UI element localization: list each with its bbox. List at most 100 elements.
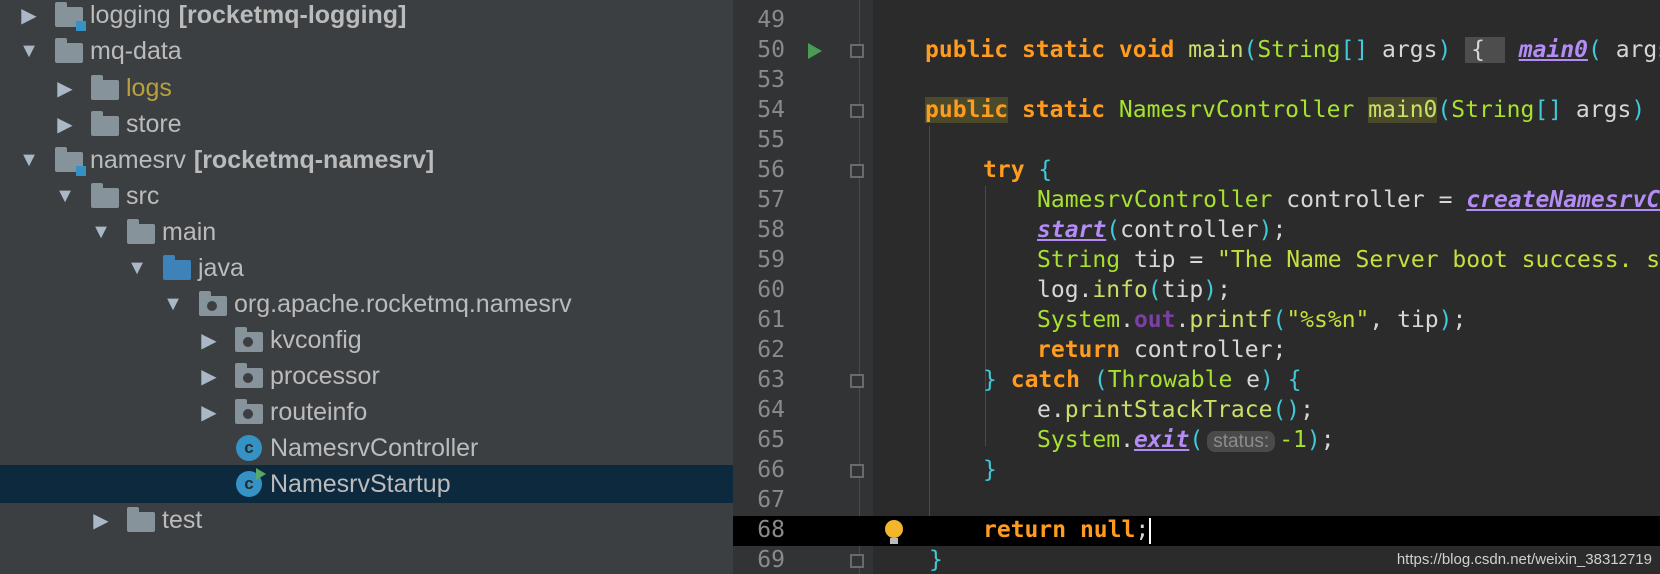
- collapse-arrow-icon[interactable]: ▼: [126, 257, 148, 279]
- tree-label: NamesrvStartup: [270, 469, 451, 498]
- code-line[interactable]: 62 return controller;: [733, 336, 1660, 366]
- code-text[interactable]: return controller;: [1037, 337, 1286, 363]
- code-line[interactable]: 56 try {: [733, 156, 1660, 186]
- tree-row-kvconfig[interactable]: ▶ kvconfig: [0, 321, 733, 359]
- tree-row-logging[interactable]: ▶ logging [rocketmq-logging]: [0, 0, 733, 34]
- line-number: 59: [757, 247, 785, 273]
- expand-arrow-icon[interactable]: ▶: [198, 365, 220, 388]
- tree-row-namesrv-startup[interactable]: c NamesrvStartup: [0, 465, 733, 503]
- code-line[interactable]: 49: [733, 6, 1660, 36]
- text-caret: [1149, 517, 1152, 544]
- code-text[interactable]: public static NamesrvController main0(St…: [925, 97, 1645, 123]
- fold-collapse-icon[interactable]: [850, 104, 864, 118]
- tree-label: java: [198, 253, 244, 282]
- code-line[interactable]: 67: [733, 486, 1660, 516]
- code-line[interactable]: 58 start(controller);: [733, 216, 1660, 246]
- code-line[interactable]: 63 } catch (Throwable e) {: [733, 366, 1660, 396]
- expand-arrow-icon[interactable]: ▶: [18, 4, 40, 27]
- line-number: 60: [757, 277, 785, 303]
- code-text[interactable]: String tip = "The Name Server boot succe…: [1037, 247, 1660, 273]
- tree-row-src[interactable]: ▼ src: [0, 177, 733, 215]
- tree-label: mq-data: [90, 36, 182, 65]
- code-text[interactable]: log.info(tip);: [1037, 277, 1231, 303]
- folder-icon: [90, 183, 120, 208]
- code-text[interactable]: } catch (Throwable e) {: [983, 367, 1302, 393]
- code-editor[interactable]: 49 50 public static void main(String[] a…: [733, 0, 1660, 574]
- line-number: 53: [757, 67, 785, 93]
- tree-row-routeinfo[interactable]: ▶ routeinfo: [0, 393, 733, 431]
- collapse-arrow-icon[interactable]: ▼: [162, 293, 184, 315]
- code-text[interactable]: NamesrvController controller = createNam…: [1037, 187, 1660, 213]
- code-line[interactable]: 61 System.out.printf("%s%n", tip);: [733, 306, 1660, 336]
- code-line[interactable]: 65 System.exit(status: -1);: [733, 426, 1660, 456]
- code-line[interactable]: 57 NamesrvController controller = create…: [733, 186, 1660, 216]
- code-line[interactable]: 54 public static NamesrvController main0…: [733, 96, 1660, 126]
- tree-label: test: [162, 505, 203, 534]
- folder-icon: [126, 219, 156, 244]
- folded-region: {: [1465, 37, 1505, 63]
- tree-row-java[interactable]: ▼ java: [0, 249, 733, 287]
- run-icon[interactable]: [808, 43, 822, 59]
- line-number: 65: [757, 427, 785, 453]
- tree-row-package[interactable]: ▼ org.apache.rocketmq.namesrv: [0, 285, 733, 323]
- code-text[interactable]: start(controller);: [1037, 217, 1286, 243]
- code-text[interactable]: }: [983, 457, 997, 483]
- collapse-arrow-icon[interactable]: ▼: [54, 185, 76, 207]
- code-line[interactable]: 50 public static void main(String[] args…: [733, 36, 1660, 66]
- fold-expand-icon[interactable]: [850, 44, 864, 58]
- tree-label: kvconfig: [270, 325, 362, 354]
- tree-row-logs[interactable]: ▶ logs: [0, 69, 733, 107]
- code-text[interactable]: System.exit(status: -1);: [1037, 427, 1335, 453]
- code-line[interactable]: 55: [733, 126, 1660, 156]
- tree-label: src: [126, 181, 160, 210]
- folder-icon: [54, 38, 84, 63]
- tree-row-mq-data[interactable]: ▼ mq-data: [0, 32, 733, 70]
- package-icon: [198, 291, 228, 316]
- code-line-current[interactable]: 68 return null;: [733, 516, 1660, 546]
- source-folder-icon: [162, 255, 192, 280]
- code-text[interactable]: System.out.printf("%s%n", tip);: [1037, 307, 1466, 333]
- line-number: 56: [757, 157, 785, 183]
- line-number: 50: [757, 37, 785, 63]
- tree-row-namesrv-controller[interactable]: c NamesrvController: [0, 429, 733, 467]
- collapse-arrow-icon[interactable]: ▼: [18, 149, 40, 171]
- code-text[interactable]: return null;: [983, 517, 1152, 544]
- code-line[interactable]: 66 }: [733, 456, 1660, 486]
- tree-row-store[interactable]: ▶ store: [0, 105, 733, 143]
- lightbulb-icon[interactable]: [885, 520, 903, 544]
- code-text[interactable]: e.printStackTrace();: [1037, 397, 1314, 423]
- tree-row-processor[interactable]: ▶ processor: [0, 357, 733, 395]
- code-line[interactable]: 60 log.info(tip);: [733, 276, 1660, 306]
- runnable-class-icon: c: [234, 468, 266, 497]
- tree-row-test[interactable]: ▶ test: [0, 501, 733, 539]
- line-number: 57: [757, 187, 785, 213]
- expand-arrow-icon[interactable]: ▶: [54, 77, 76, 100]
- parameter-hint: status:: [1207, 431, 1276, 452]
- collapse-arrow-icon[interactable]: ▼: [18, 40, 40, 62]
- expand-arrow-icon[interactable]: ▶: [198, 329, 220, 352]
- expand-arrow-icon[interactable]: ▶: [198, 401, 220, 424]
- tree-label: processor: [270, 361, 380, 390]
- code-text[interactable]: }: [929, 547, 943, 573]
- fold-end-icon[interactable]: [850, 464, 864, 478]
- folder-icon: [126, 507, 156, 532]
- package-icon: [234, 327, 264, 352]
- class-icon: c: [234, 435, 264, 461]
- code-line[interactable]: 64 e.printStackTrace();: [733, 396, 1660, 426]
- line-number: 67: [757, 487, 785, 513]
- tree-row-main[interactable]: ▼ main: [0, 213, 733, 251]
- fold-collapse-icon[interactable]: [850, 164, 864, 178]
- code-text[interactable]: try {: [983, 157, 1052, 183]
- line-number: 66: [757, 457, 785, 483]
- line-number: 62: [757, 337, 785, 363]
- code-text[interactable]: public static void main(String[] args) {…: [925, 37, 1660, 63]
- tree-row-namesrv[interactable]: ▼ namesrv [rocketmq-namesrv]: [0, 141, 733, 179]
- code-line[interactable]: 59 String tip = "The Name Server boot su…: [733, 246, 1660, 276]
- expand-arrow-icon[interactable]: ▶: [90, 509, 112, 532]
- fold-end-icon[interactable]: [850, 554, 864, 568]
- fold-collapse-icon[interactable]: [850, 374, 864, 388]
- code-line[interactable]: 53: [733, 66, 1660, 96]
- tree-label: logging [rocketmq-logging]: [90, 0, 407, 29]
- collapse-arrow-icon[interactable]: ▼: [90, 221, 112, 243]
- expand-arrow-icon[interactable]: ▶: [54, 113, 76, 136]
